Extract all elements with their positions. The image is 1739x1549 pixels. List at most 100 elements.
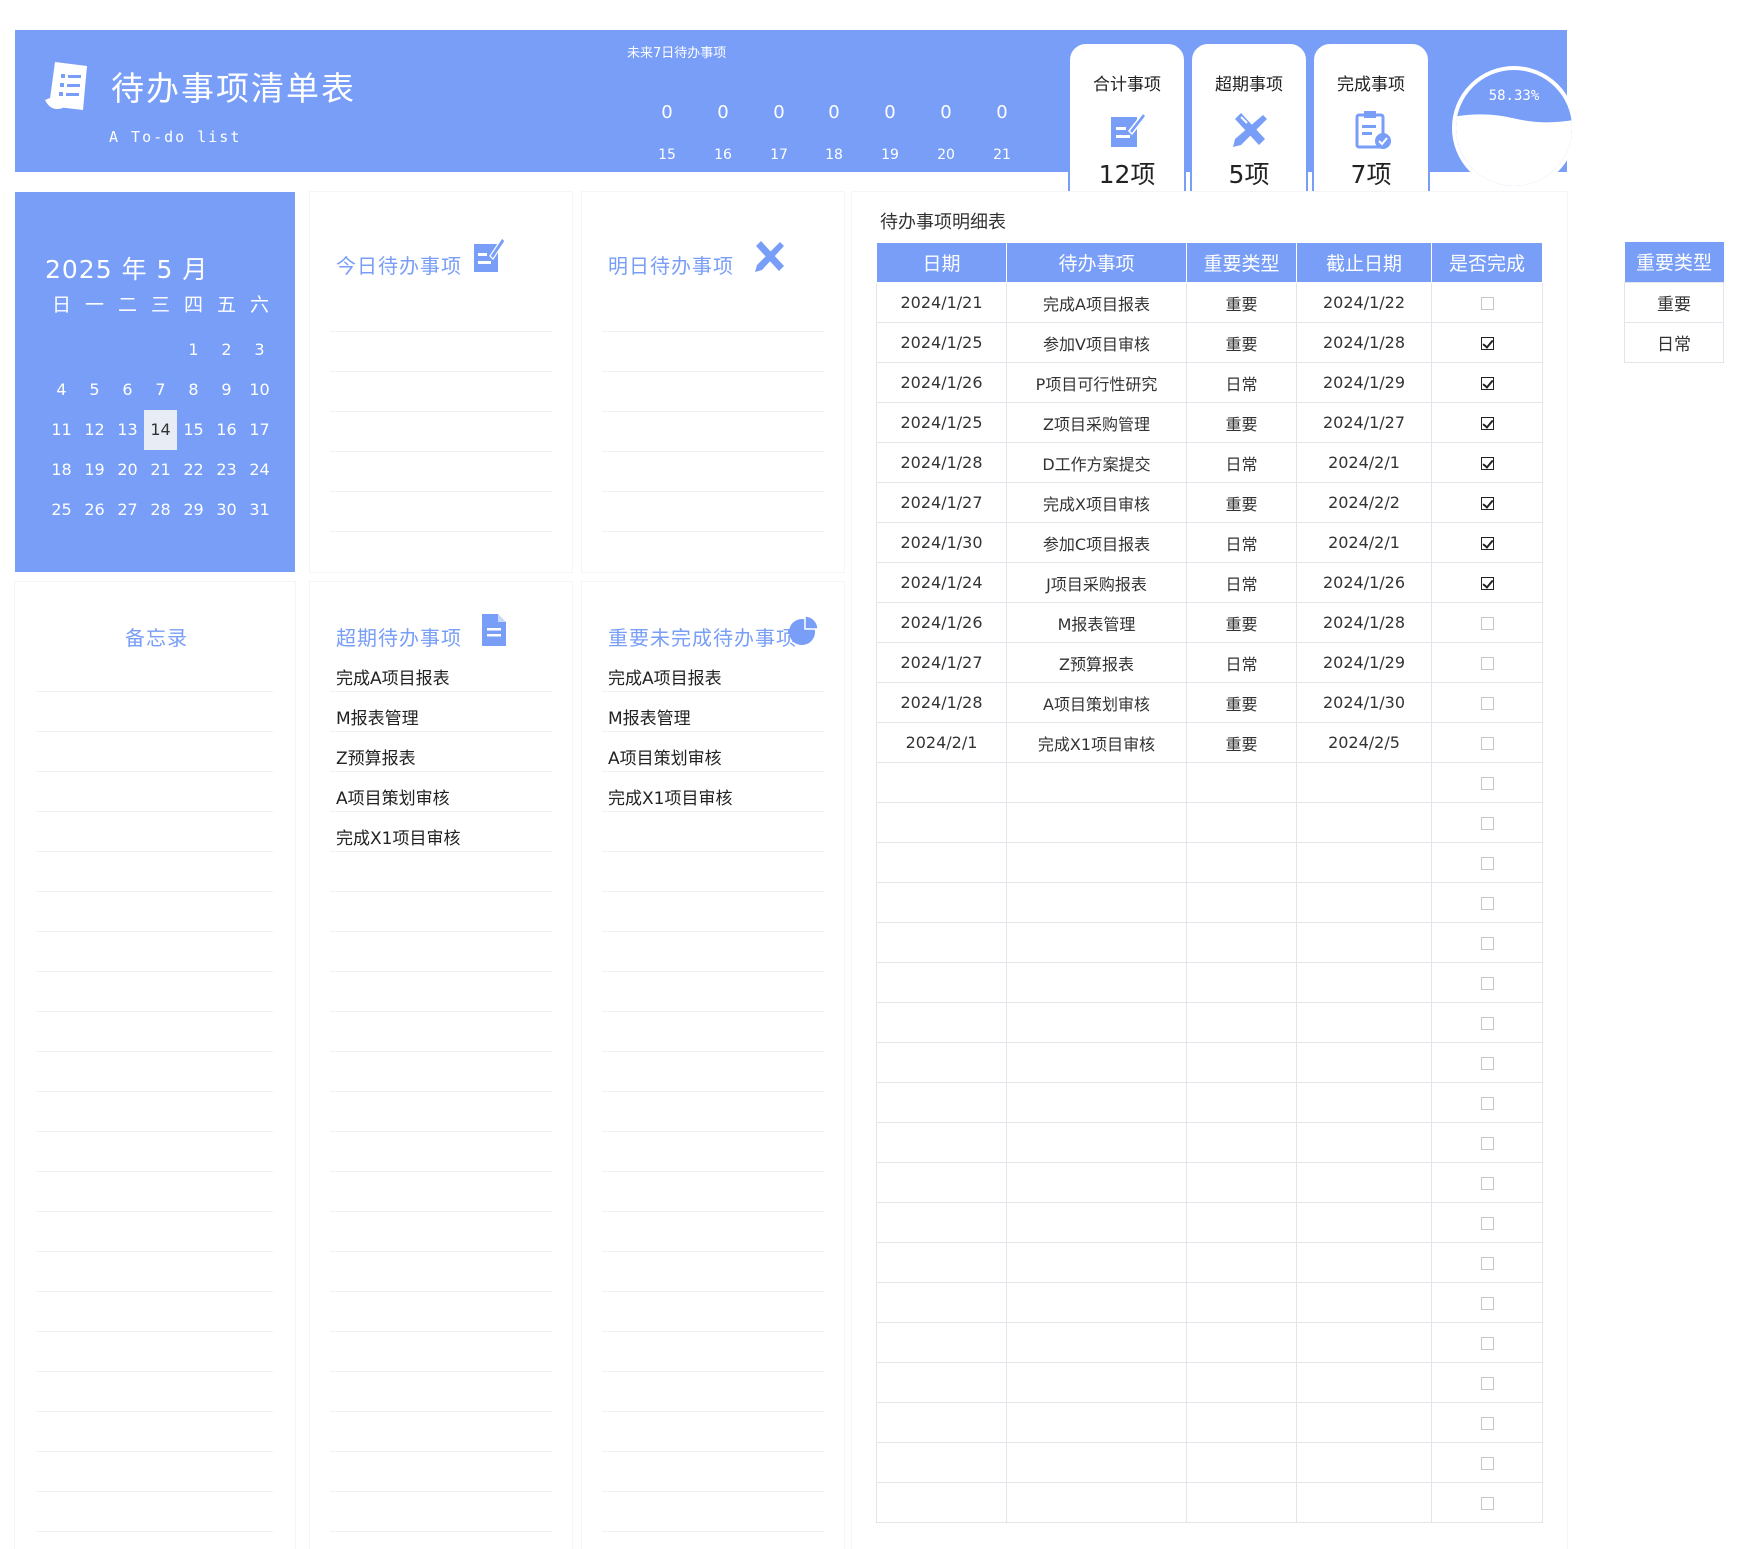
empty-cell[interactable]	[876, 1202, 1007, 1243]
calendar-day[interactable]: 3	[243, 330, 276, 370]
empty-cell[interactable]	[1296, 1122, 1432, 1163]
done-checkbox[interactable]	[1480, 1217, 1494, 1230]
empty-cell[interactable]	[1296, 1042, 1432, 1083]
empty-cell[interactable]	[1296, 1002, 1432, 1043]
empty-cell[interactable]	[876, 1122, 1007, 1163]
empty-cell[interactable]	[1296, 762, 1432, 803]
done-checkbox[interactable]	[1480, 457, 1494, 470]
calendar-day[interactable]: 31	[243, 490, 276, 530]
done-checkbox[interactable]	[1480, 1337, 1494, 1350]
empty-cell[interactable]	[876, 762, 1007, 803]
empty-cell[interactable]	[1296, 1482, 1432, 1523]
calendar-day[interactable]: 30	[210, 490, 243, 530]
calendar-day[interactable]: 20	[111, 450, 144, 490]
calendar-day[interactable]: 24	[243, 450, 276, 490]
calendar-day[interactable]: 22	[177, 450, 210, 490]
empty-cell[interactable]	[1296, 1322, 1432, 1363]
empty-cell[interactable]	[876, 1082, 1007, 1123]
empty-cell[interactable]	[1186, 1482, 1297, 1523]
calendar-day[interactable]: 16	[210, 410, 243, 450]
done-checkbox[interactable]	[1480, 617, 1494, 630]
done-checkbox[interactable]	[1480, 937, 1494, 950]
empty-cell[interactable]	[1186, 922, 1297, 963]
done-checkbox[interactable]	[1480, 777, 1494, 790]
empty-cell[interactable]	[876, 1162, 1007, 1203]
calendar-day[interactable]: 11	[45, 410, 78, 450]
calendar-day[interactable]: 21	[144, 450, 177, 490]
empty-cell[interactable]	[1006, 922, 1187, 963]
empty-cell[interactable]	[1296, 1402, 1432, 1443]
done-checkbox[interactable]	[1480, 417, 1494, 430]
empty-cell[interactable]	[1006, 1362, 1187, 1403]
empty-cell[interactable]	[1006, 802, 1187, 843]
calendar-day[interactable]: 26	[78, 490, 111, 530]
empty-cell[interactable]	[1296, 1362, 1432, 1403]
empty-cell[interactable]	[876, 1042, 1007, 1083]
done-checkbox[interactable]	[1480, 1417, 1494, 1430]
empty-cell[interactable]	[876, 922, 1007, 963]
empty-cell[interactable]	[1296, 922, 1432, 963]
empty-cell[interactable]	[1186, 1322, 1297, 1363]
empty-cell[interactable]	[1006, 1082, 1187, 1123]
empty-cell[interactable]	[876, 1002, 1007, 1043]
calendar-day[interactable]: 18	[45, 450, 78, 490]
empty-cell[interactable]	[1006, 1202, 1187, 1243]
empty-cell[interactable]	[1296, 1082, 1432, 1123]
done-checkbox[interactable]	[1480, 1257, 1494, 1270]
empty-cell[interactable]	[1006, 1282, 1187, 1323]
calendar-day[interactable]: 1	[177, 330, 210, 370]
done-checkbox[interactable]	[1480, 1017, 1494, 1030]
empty-cell[interactable]	[1296, 1282, 1432, 1323]
empty-cell[interactable]	[1296, 882, 1432, 923]
calendar-day[interactable]: 29	[177, 490, 210, 530]
empty-cell[interactable]	[876, 1322, 1007, 1363]
empty-cell[interactable]	[1006, 762, 1187, 803]
done-checkbox[interactable]	[1480, 1137, 1494, 1150]
empty-cell[interactable]	[876, 802, 1007, 843]
done-checkbox[interactable]	[1480, 857, 1494, 870]
empty-cell[interactable]	[1296, 962, 1432, 1003]
empty-cell[interactable]	[1006, 1122, 1187, 1163]
empty-cell[interactable]	[1186, 1082, 1297, 1123]
empty-cell[interactable]	[1006, 962, 1187, 1003]
empty-cell[interactable]	[1296, 1242, 1432, 1283]
calendar-day[interactable]: 4	[45, 370, 78, 410]
empty-cell[interactable]	[1186, 1042, 1297, 1083]
calendar-day[interactable]: 10	[243, 370, 276, 410]
empty-cell[interactable]	[1006, 1322, 1187, 1363]
calendar-day[interactable]: 28	[144, 490, 177, 530]
calendar-day[interactable]: 27	[111, 490, 144, 530]
empty-cell[interactable]	[1186, 882, 1297, 923]
done-checkbox[interactable]	[1480, 897, 1494, 910]
done-checkbox[interactable]	[1480, 1097, 1494, 1110]
empty-cell[interactable]	[1186, 1402, 1297, 1443]
empty-cell[interactable]	[876, 1362, 1007, 1403]
calendar-day[interactable]: 25	[45, 490, 78, 530]
empty-cell[interactable]	[1006, 882, 1187, 923]
done-checkbox[interactable]	[1480, 577, 1494, 590]
empty-cell[interactable]	[1186, 1202, 1297, 1243]
empty-cell[interactable]	[876, 842, 1007, 883]
done-checkbox[interactable]	[1480, 497, 1494, 510]
done-checkbox[interactable]	[1480, 1457, 1494, 1470]
done-checkbox[interactable]	[1480, 297, 1494, 310]
empty-cell[interactable]	[1186, 1162, 1297, 1203]
done-checkbox[interactable]	[1480, 337, 1494, 350]
done-checkbox[interactable]	[1480, 1497, 1494, 1510]
empty-cell[interactable]	[1186, 1242, 1297, 1283]
empty-cell[interactable]	[1006, 1242, 1187, 1283]
calendar-day[interactable]: 23	[210, 450, 243, 490]
done-checkbox[interactable]	[1480, 537, 1494, 550]
calendar-day[interactable]: 6	[111, 370, 144, 410]
empty-cell[interactable]	[1296, 1442, 1432, 1483]
empty-cell[interactable]	[1006, 1402, 1187, 1443]
done-checkbox[interactable]	[1480, 737, 1494, 750]
calendar-day[interactable]: 17	[243, 410, 276, 450]
done-checkbox[interactable]	[1480, 1057, 1494, 1070]
calendar-day[interactable]: 2	[210, 330, 243, 370]
empty-cell[interactable]	[876, 1242, 1007, 1283]
calendar-day[interactable]: 5	[78, 370, 111, 410]
done-checkbox[interactable]	[1480, 1177, 1494, 1190]
calendar-day[interactable]: 14	[144, 410, 177, 450]
empty-cell[interactable]	[1006, 1482, 1187, 1523]
